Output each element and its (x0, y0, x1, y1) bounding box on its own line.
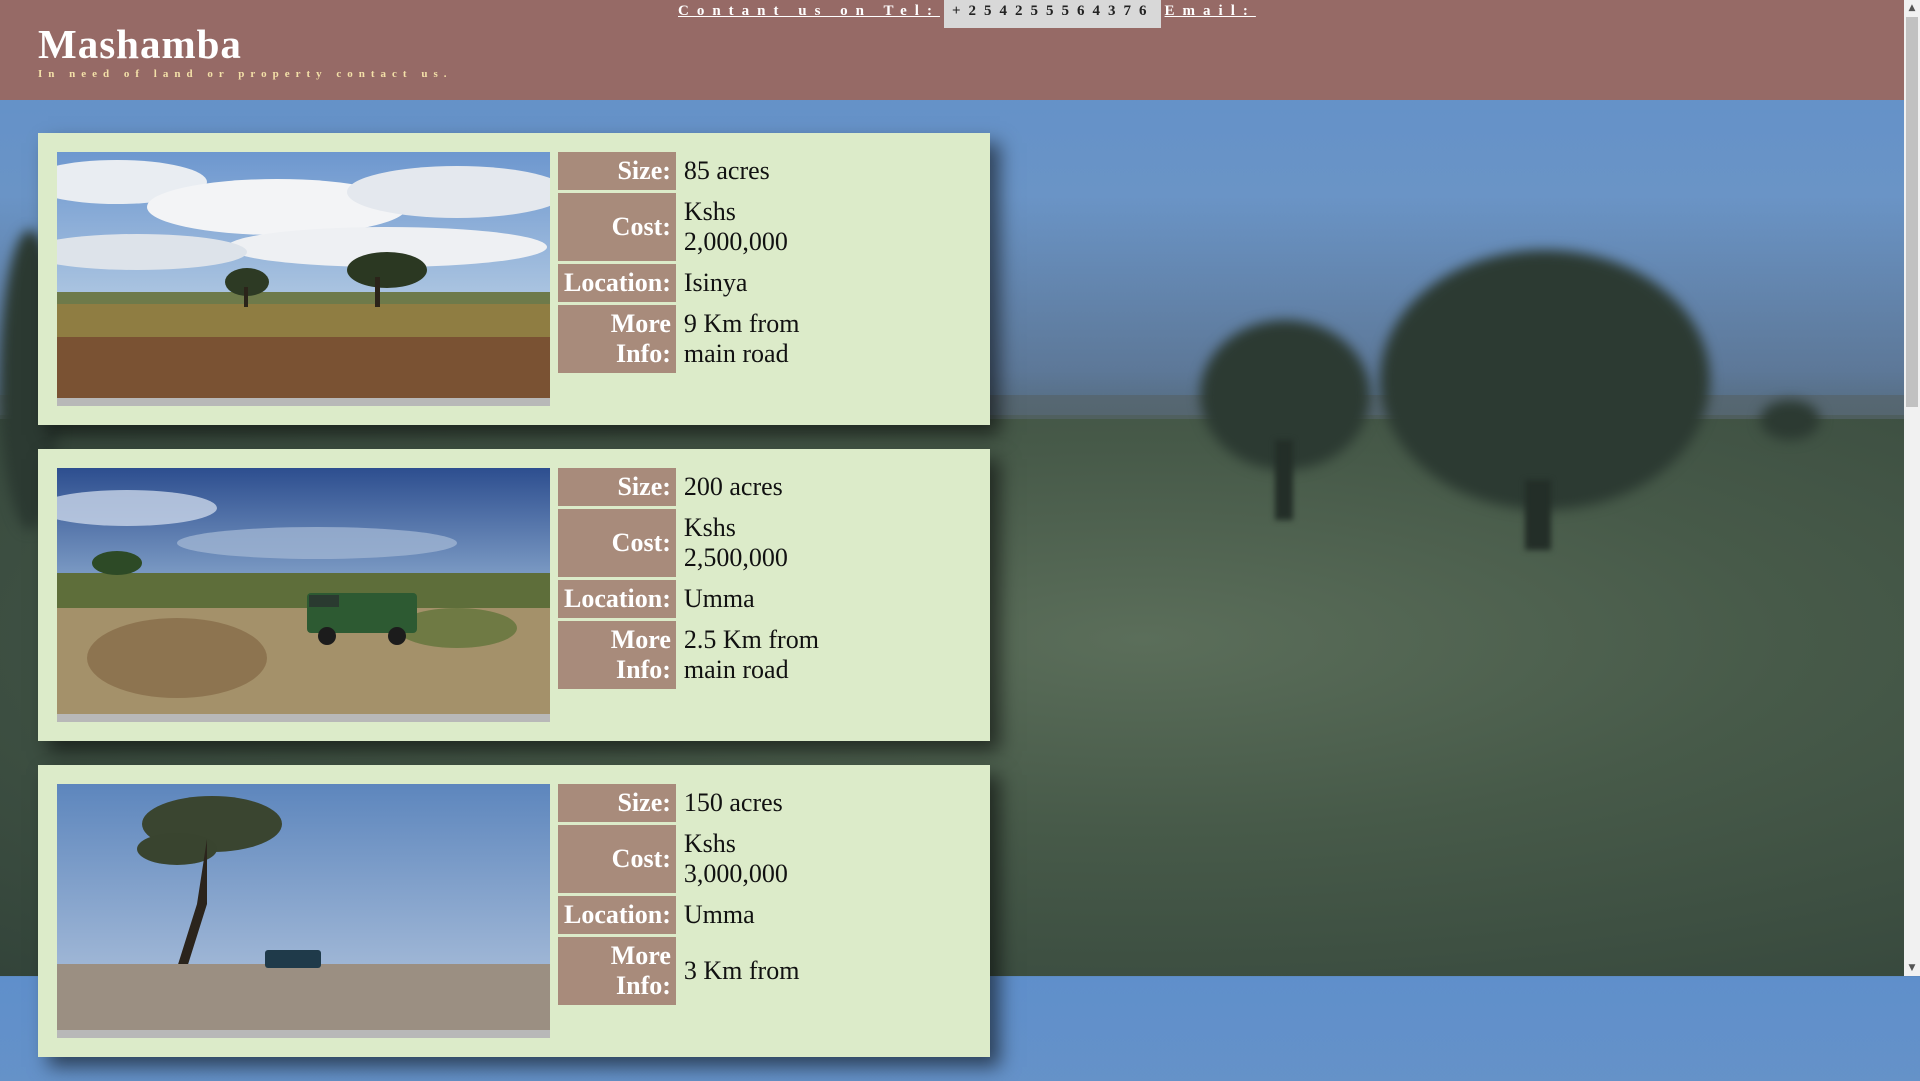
more-info-value: 9 Km from main road (683, 309, 800, 368)
cost-label: Cost: (558, 193, 676, 261)
listing-photo[interactable] (57, 152, 550, 406)
cost-value: Kshs 3,000,000 (683, 829, 788, 888)
site-title[interactable]: Mashamba (38, 20, 242, 68)
contact-bar: Contant us on Tel: +254255564376 Email: (678, 0, 1256, 30)
size-value: 200 acres (683, 472, 783, 501)
size-value: 85 acres (683, 156, 770, 185)
more-info-value: 2.5 Km from main road (683, 625, 819, 684)
more-info-value: 3 Km from (683, 956, 800, 985)
listing-card: Size: 150 acres Cost: Kshs 3,000,000 Loc… (38, 765, 990, 1057)
site-header: Contant us on Tel: +254255564376 Email: … (0, 0, 1904, 100)
cost-label: Cost: (558, 509, 676, 577)
cost-value: Kshs 2,500,000 (683, 513, 788, 572)
size-label: Size: (558, 784, 676, 822)
more-info-label: More Info: (558, 305, 676, 373)
location-label: Location: (558, 264, 676, 302)
location-value: Umma (683, 584, 755, 613)
phone-number[interactable]: +254255564376 (943, 0, 1161, 28)
location-value: Umma (683, 900, 755, 929)
listing-card: Size: 200 acres Cost: Kshs 2,500,000 Loc… (38, 449, 990, 741)
contact-link[interactable]: Contant us on Tel: (678, 0, 940, 20)
listing-photo[interactable] (57, 468, 550, 722)
site-tagline: In need of land or property contact us. (38, 68, 453, 80)
listings: Size: 85 acres Cost: Kshs 2,000,000 Loca… (38, 133, 990, 1081)
size-label: Size: (558, 468, 676, 506)
vertical-scrollbar[interactable]: ▲ ▼ (1904, 0, 1920, 976)
more-info-label: More Info: (558, 621, 676, 689)
location-label: Location: (558, 896, 676, 934)
scroll-down-icon[interactable]: ▼ (1904, 960, 1920, 976)
listing-info-table: Size: 200 acres Cost: Kshs 2,500,000 Loc… (558, 465, 842, 692)
size-label: Size: (558, 152, 676, 190)
email-link[interactable]: Email: (1165, 0, 1256, 20)
cost-value: Kshs 2,000,000 (683, 197, 788, 256)
listing-card: Size: 85 acres Cost: Kshs 2,000,000 Loca… (38, 133, 990, 425)
location-value: Isinya (683, 268, 748, 297)
listing-info-table: Size: 150 acres Cost: Kshs 3,000,000 Loc… (558, 781, 842, 1008)
size-value: 150 acres (683, 788, 783, 817)
more-info-label: More Info: (558, 937, 676, 1005)
listing-info-table: Size: 85 acres Cost: Kshs 2,000,000 Loca… (558, 149, 842, 376)
scroll-thumb[interactable] (1906, 17, 1918, 407)
listing-photo[interactable] (57, 784, 550, 1038)
location-label: Location: (558, 580, 676, 618)
scroll-up-icon[interactable]: ▲ (1904, 0, 1920, 16)
cost-label: Cost: (558, 825, 676, 893)
